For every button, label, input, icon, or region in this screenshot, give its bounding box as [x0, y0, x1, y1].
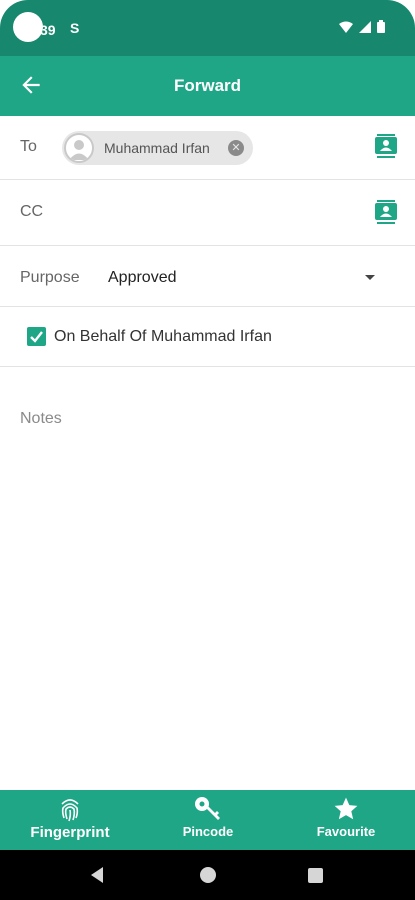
notes-input[interactable]: Notes [20, 410, 395, 770]
system-nav-bar [0, 850, 415, 900]
system-recents-icon[interactable] [308, 868, 323, 883]
key-icon [195, 797, 220, 820]
purpose-row[interactable]: Purpose Approved [0, 246, 415, 307]
on-behalf-checkbox[interactable] [27, 327, 46, 346]
camera-cutout [13, 12, 43, 42]
cc-row: CC [0, 180, 415, 246]
to-label: To [20, 138, 37, 155]
status-bar: 39 S [0, 0, 415, 56]
star-icon [334, 797, 358, 820]
nav-fingerprint-label: Fingerprint [30, 824, 110, 841]
purpose-label: Purpose [20, 269, 80, 286]
bottom-nav: Fingerprint Pincode Favourite [0, 790, 415, 850]
nav-favourite-label: Favourite [316, 824, 376, 839]
fingerprint-icon [61, 799, 79, 822]
contact-book-icon[interactable] [375, 200, 397, 224]
wifi-icon [339, 21, 353, 33]
page-title: Forward [173, 76, 242, 95]
cc-label: CC [20, 203, 44, 220]
dropdown-arrow-icon[interactable] [365, 275, 375, 280]
system-back-icon[interactable] [91, 867, 103, 883]
system-home-icon[interactable] [200, 867, 216, 883]
remove-recipient-icon[interactable]: ✕ [228, 140, 244, 156]
purpose-select-value[interactable]: Approved [108, 269, 177, 287]
on-behalf-row: On Behalf Of Muhammad Irfan [0, 307, 415, 367]
to-row: To Muhammad Irfan ✕ [0, 116, 415, 180]
nav-pincode-label: Pincode [182, 824, 234, 839]
signal-icon [359, 20, 371, 33]
on-behalf-label[interactable]: On Behalf Of Muhammad Irfan [54, 328, 272, 346]
recipient-name: Muhammad Irfan [104, 140, 210, 156]
nav-pincode[interactable]: Pincode [170, 790, 246, 850]
battery-icon [377, 20, 385, 33]
checkmark-icon [30, 331, 43, 343]
avatar [64, 133, 94, 163]
person-icon [69, 140, 89, 160]
recipient-chip[interactable]: Muhammad Irfan ✕ [62, 131, 253, 165]
nav-fingerprint[interactable]: Fingerprint [26, 790, 114, 850]
status-time: 39 [40, 22, 56, 38]
status-icons [339, 20, 385, 33]
app-bar: Forward [0, 56, 415, 116]
nav-favourite[interactable]: Favourite [310, 790, 382, 850]
notification-icon: S [70, 20, 80, 36]
contact-book-icon[interactable] [375, 134, 397, 158]
